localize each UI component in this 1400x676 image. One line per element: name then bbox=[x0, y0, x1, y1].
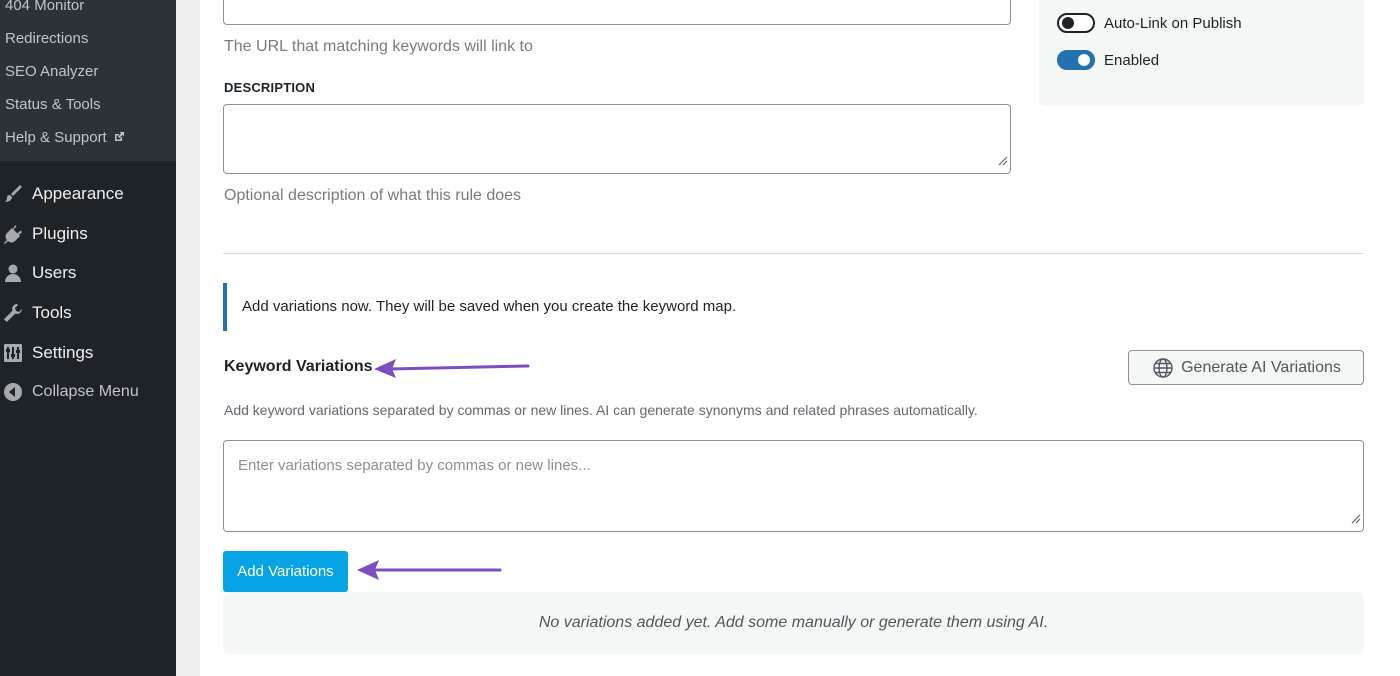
section-divider bbox=[223, 253, 1364, 254]
menu-item-settings[interactable]: Settings bbox=[0, 335, 176, 371]
submenu-item-help-support[interactable]: Help & Support bbox=[5, 129, 125, 147]
collapse-arrow-icon bbox=[1, 380, 25, 404]
variations-description: Add keyword variations separated by comm… bbox=[224, 402, 978, 418]
auto-link-toggle[interactable] bbox=[1057, 13, 1095, 33]
enabled-label: Enabled bbox=[1104, 51, 1160, 69]
generate-ai-variations-button[interactable]: Generate AI Variations bbox=[1128, 350, 1364, 385]
menu-item-appearance[interactable]: Appearance bbox=[0, 176, 176, 212]
target-url-input[interactable] bbox=[223, 0, 1011, 25]
description-label: DESCRIPTION bbox=[224, 80, 316, 95]
submenu-item-status-tools[interactable]: Status & Tools bbox=[5, 96, 101, 113]
paintbrush-icon bbox=[1, 182, 25, 206]
description-textarea[interactable] bbox=[223, 104, 1011, 174]
toggle-row-enabled: Enabled bbox=[1057, 50, 1159, 70]
url-help-text: The URL that matching keywords will link… bbox=[224, 38, 533, 55]
variations-textarea[interactable]: Enter variations separated by commas or … bbox=[223, 440, 1364, 532]
add-variations-button[interactable]: Add Variations bbox=[223, 551, 348, 592]
info-notice: Add variations now. They will be saved w… bbox=[223, 283, 1364, 331]
globe-icon bbox=[1151, 356, 1175, 380]
annotation-arrow-icon bbox=[357, 560, 502, 580]
seo-submenu: 404 Monitor Redirections SEO Analyzer St… bbox=[0, 0, 176, 161]
keyword-variations-title: Keyword Variations bbox=[224, 358, 373, 375]
resize-handle-icon[interactable] bbox=[998, 153, 1008, 171]
external-link-icon bbox=[113, 130, 125, 147]
submenu-item-redirections[interactable]: Redirections bbox=[5, 30, 88, 47]
annotation-arrow-icon bbox=[374, 359, 530, 378]
submenu-item-seo-analyzer[interactable]: SEO Analyzer bbox=[5, 63, 98, 80]
resize-handle-icon[interactable] bbox=[1351, 511, 1361, 529]
menu-item-collapse[interactable]: Collapse Menu bbox=[0, 374, 176, 410]
wrench-icon bbox=[1, 301, 25, 325]
user-icon bbox=[1, 261, 25, 285]
menu-item-tools[interactable]: Tools bbox=[0, 295, 176, 331]
menu-item-users[interactable]: Users bbox=[0, 255, 176, 291]
submenu-item-404-monitor[interactable]: 404 Monitor bbox=[5, 0, 84, 14]
notice-text: Add variations now. They will be saved w… bbox=[242, 298, 737, 315]
sliders-icon bbox=[1, 341, 25, 365]
toggle-row-auto-link: Auto-Link on Publish bbox=[1057, 13, 1242, 33]
variations-placeholder: Enter variations separated by commas or … bbox=[238, 457, 591, 474]
plug-icon bbox=[1, 222, 25, 246]
empty-state-text: No variations added yet. Add some manual… bbox=[538, 614, 1049, 631]
variations-empty-state: No variations added yet. Add some manual… bbox=[223, 592, 1364, 654]
admin-sidebar: 404 Monitor Redirections SEO Analyzer St… bbox=[0, 0, 176, 676]
enabled-toggle[interactable] bbox=[1057, 50, 1095, 70]
auto-link-label: Auto-Link on Publish bbox=[1104, 14, 1242, 32]
description-help-text: Optional description of what this rule d… bbox=[224, 187, 522, 204]
menu-item-plugins[interactable]: Plugins bbox=[0, 216, 176, 252]
